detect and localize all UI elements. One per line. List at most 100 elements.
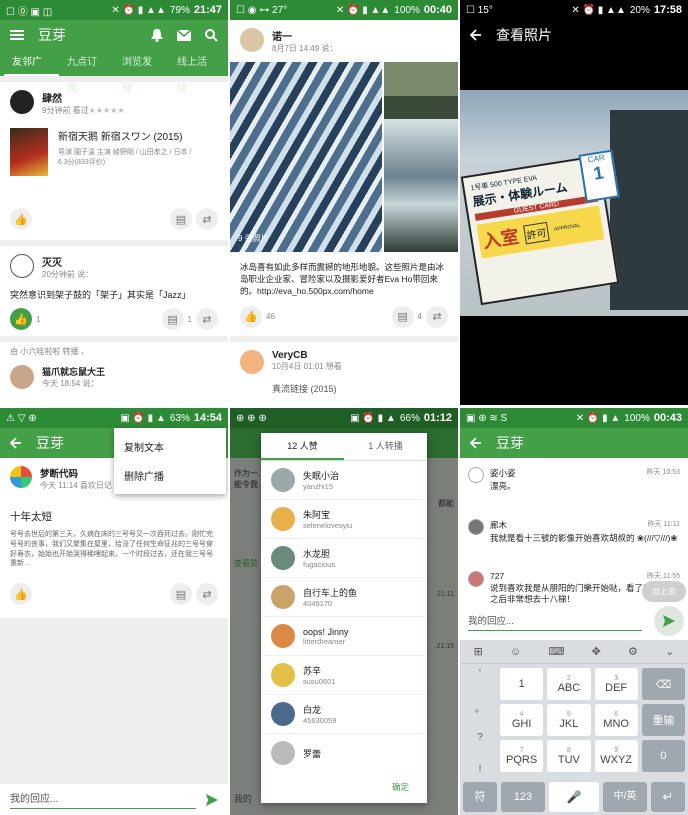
menu-item-delete-post[interactable]: 删除广播 — [114, 461, 226, 490]
backspace-key[interactable]: ⌫ — [641, 668, 685, 700]
tab-reposts[interactable]: 1 人转播 — [344, 433, 427, 460]
feed-card[interactable]: 灭灭 20分钟前 说： 突然意识到架子鼓的「架子」其实是「Jazz」 👍 1 ▤ 1… — [0, 246, 228, 336]
avatar[interactable] — [468, 519, 484, 535]
tab-likes[interactable]: 12 人赞 — [261, 433, 344, 460]
key-question[interactable]: ? — [463, 732, 497, 758]
comment-item[interactable]: 廊木 昨天 11:11 我就是看十三號的影像开始喜欢胡叔的 ❀(///▽///)❀ — [468, 514, 680, 566]
movie-card[interactable]: 新宿天鹅 新宿スワン (2015) 导演 園子温 主演 綾野剛 / 山田孝之 /… — [10, 128, 218, 176]
username[interactable]: VeryCB — [272, 350, 342, 361]
comment-item[interactable]: 姿小姿 昨天 10:53 漂亮。 — [468, 462, 680, 514]
username[interactable]: 梦断代码 — [40, 466, 112, 480]
keypad-key[interactable]: 9 WXYZ — [594, 740, 638, 772]
keypad-key[interactable]: 5 JKL — [547, 704, 591, 736]
repost-button[interactable]: ⇄ — [426, 305, 448, 328]
key-enter[interactable]: ↵ — [651, 782, 685, 812]
keypad-key[interactable]: 2 ABC — [547, 668, 591, 700]
reply-input[interactable]: 我的回应... — [468, 613, 642, 631]
avatar[interactable] — [240, 349, 264, 374]
comment-button[interactable]: ▤ — [391, 305, 414, 328]
photo-grid[interactable]: 9 张照片 — [230, 62, 458, 252]
keypad-key[interactable]: 0 — [641, 740, 685, 772]
avatar[interactable] — [10, 466, 32, 488]
avatar[interactable] — [10, 254, 34, 278]
comment-button[interactable]: ▤ — [161, 308, 184, 330]
avatar[interactable] — [10, 365, 34, 389]
username[interactable]: 猫爪就忘鼠大王 — [42, 365, 105, 378]
keypad-key[interactable]: 7 PQRS — [500, 740, 544, 772]
username[interactable]: 肆然 — [42, 90, 125, 105]
key-voice[interactable]: 🎤 — [549, 782, 599, 812]
settings-icon[interactable]: ⚙ — [628, 645, 638, 658]
liker-row[interactable]: 自行车上的鱼 4049170 — [261, 578, 427, 617]
back-arrow-icon[interactable] — [470, 437, 482, 449]
feed-card[interactable]: 肆然 9分钟前 看过★★★★★ 新宿天鹅 新宿スワン (2015) 导演 園子温… — [0, 82, 228, 240]
back-arrow-icon[interactable] — [10, 437, 22, 449]
menu-icon[interactable] — [10, 29, 24, 41]
liker-row[interactable]: 朱阿宝 selenelovesyiu — [261, 500, 427, 539]
liker-row[interactable]: 苏辛 susu0601 — [261, 656, 427, 695]
key-lang-switch[interactable]: 中/英 — [603, 782, 647, 812]
comment-text: 漂亮。 — [490, 481, 516, 491]
avatar[interactable] — [240, 28, 264, 52]
key-digit: 4 — [519, 710, 524, 718]
liker-row[interactable]: 白龙 45630059 — [261, 695, 427, 734]
reply-input[interactable]: 我的回应... — [10, 790, 196, 809]
send-fab[interactable] — [654, 606, 684, 636]
tab-discover[interactable]: 浏览发现 — [114, 50, 169, 94]
like-button[interactable]: 👍 — [10, 308, 32, 330]
reply-bar: 我的回应... — [0, 783, 228, 815]
menu-item-copy-text[interactable]: 复制文本 — [114, 432, 226, 461]
liker-row[interactable]: 水龙胆 fugacious — [261, 539, 427, 578]
repost-button[interactable]: ⇄ — [196, 308, 218, 330]
comment-button[interactable]: ▤ — [170, 208, 192, 230]
liker-row[interactable]: oops! Jinny litterdreamer — [261, 617, 427, 656]
repost-button[interactable]: ⇄ — [196, 208, 218, 230]
search-icon[interactable] — [205, 28, 218, 42]
liker-row[interactable]: 失眠小治 yanzhi15 — [261, 461, 427, 500]
tab-subscriptions[interactable]: 九点订阅 — [59, 50, 114, 94]
cursor-icon[interactable]: ✥ — [592, 645, 601, 658]
like-button[interactable]: 👍 — [10, 583, 32, 606]
keypad-key[interactable]: 6 MNO — [594, 704, 638, 736]
keypad-key[interactable]: 4 GHI — [500, 704, 544, 736]
like-button[interactable]: 👍 — [240, 305, 262, 328]
avatar[interactable] — [468, 467, 484, 483]
keyboard-icon[interactable]: ⌨ — [549, 645, 565, 658]
keypad-key[interactable]: 1 — [500, 668, 544, 700]
emoji-icon[interactable]: ☺ — [510, 646, 521, 658]
comment-user[interactable]: 727 — [490, 571, 504, 581]
comment-button[interactable]: ▤ — [170, 583, 192, 606]
collapse-icon[interactable]: ⌄ — [665, 645, 674, 658]
bg-text: 都能 — [438, 499, 454, 508]
liker-row[interactable]: 罗蕾 — [261, 734, 427, 771]
ok-button[interactable]: 确定 — [392, 781, 409, 793]
repost-button[interactable]: ⇄ — [196, 583, 218, 606]
keypad-key[interactable]: 8 TUV — [547, 740, 591, 772]
bell-icon[interactable] — [151, 28, 163, 42]
like-button[interactable]: 👍 — [10, 208, 32, 230]
grid-icon[interactable]: ⊞ — [474, 645, 483, 658]
key-period[interactable]: 。 — [463, 700, 497, 726]
tab-friends[interactable]: 友邻广播 — [4, 50, 59, 94]
photo[interactable]: 9 张照片 — [230, 62, 382, 252]
key-symbol[interactable]: 符 — [463, 782, 497, 812]
key-apostrophe[interactable]: ' — [463, 668, 497, 694]
tab-events[interactable]: 线上活动 — [169, 50, 224, 94]
back-arrow-icon[interactable] — [470, 29, 482, 41]
comment-user[interactable]: 廊木 — [490, 519, 507, 531]
avatar[interactable] — [468, 571, 484, 587]
username[interactable]: 诺一 — [272, 28, 337, 43]
comment-user[interactable]: 姿小姿 — [490, 467, 516, 479]
key-label: ABC — [557, 681, 581, 694]
liker-id: 45630059 — [303, 716, 337, 725]
username[interactable]: 灭灭 — [42, 254, 93, 269]
add-button[interactable]: 加上去 — [642, 581, 686, 602]
send-icon[interactable] — [206, 793, 218, 806]
photo[interactable]: 1号車 500 TYPE EVA 展示・体験ルーム GUEST CARD 入室 … — [460, 90, 688, 316]
keypad-key[interactable]: 重输 — [641, 704, 685, 736]
photo[interactable] — [384, 62, 458, 252]
avatar[interactable] — [10, 90, 34, 114]
mail-icon[interactable] — [177, 29, 191, 41]
keypad-key[interactable]: 3 DEF — [594, 668, 638, 700]
key-123[interactable]: 123 — [501, 782, 545, 812]
